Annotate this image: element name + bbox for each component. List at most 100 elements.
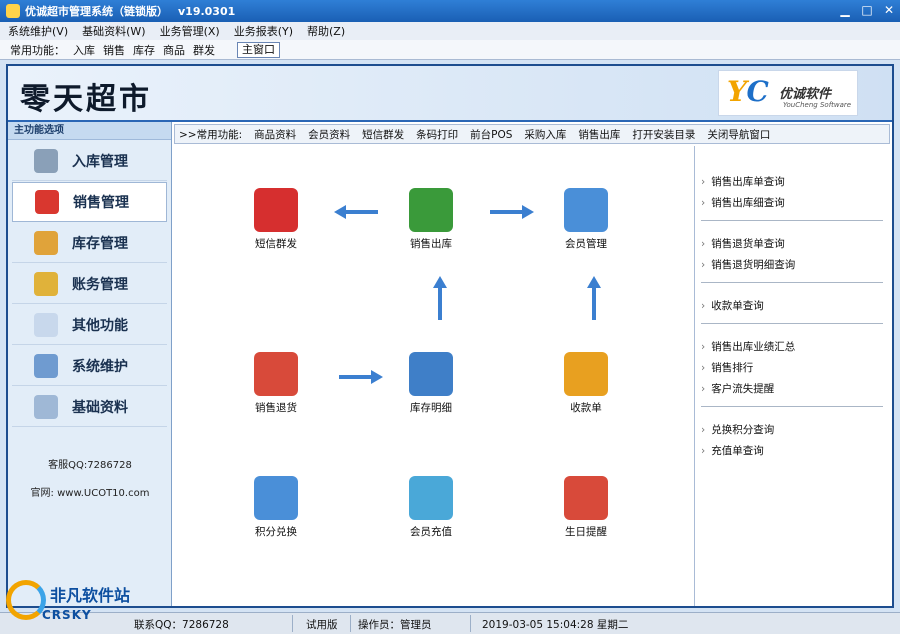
link-mass-sms[interactable]: 短信群发 [362, 127, 404, 142]
title-bar: 优诚超市管理系统（链锁版） v19.0301 ▁ □ ✕ [0, 0, 900, 22]
node-members[interactable]: 会员管理 [546, 188, 626, 251]
other-functions-icon [34, 312, 58, 337]
logo-text-cn: 优诚软件 [779, 87, 832, 102]
menu-reports[interactable]: 业务报表(Y) [234, 23, 293, 39]
website[interactable]: 官网: www.UCOT10.com [8, 484, 172, 499]
quick-inventory[interactable]: 库存 [133, 42, 155, 58]
query-sales-out-order[interactable]: 销售出库单查询 [701, 174, 785, 189]
sidebar-item-label: 入库管理 [72, 153, 128, 170]
node-sales-out[interactable]: 销售出库 [391, 188, 471, 251]
support-qq: 客服QQ:7286728 [48, 460, 132, 471]
window-title: 优诚超市管理系统（链锁版） [25, 5, 168, 18]
mailbox-icon [254, 188, 298, 232]
link-front-pos[interactable]: 前台POS [470, 127, 512, 142]
query-sales-performance[interactable]: 销售出库业绩汇总 [701, 339, 795, 354]
divider [470, 615, 471, 632]
birthday-icon [564, 476, 608, 520]
accounts-icon [34, 271, 58, 296]
quick-goods[interactable]: 商品 [163, 42, 185, 58]
sidebar-item-label: 系统维护 [72, 358, 128, 375]
query-sales-out-detail[interactable]: 销售出库细查询 [701, 195, 785, 210]
cart-out-icon [409, 188, 453, 232]
menu-help[interactable]: 帮助(Z) [307, 23, 345, 39]
node-sales-return[interactable]: 销售退货 [236, 352, 316, 415]
logo-text-en: YouCheng Software [783, 101, 852, 109]
quick-bar: 常用功能： 入库 销售 库存 商品 群发 主窗口 [0, 40, 900, 60]
system-maintenance-icon [34, 353, 58, 378]
logo-mark: YC [727, 75, 769, 108]
link-open-install-dir[interactable]: 打开安装目录 [632, 127, 695, 142]
divider [701, 282, 883, 283]
watermark-text-cn: 非凡软件站 [50, 586, 131, 605]
window-controls: ▁ □ ✕ [838, 3, 896, 17]
query-receipt-order[interactable]: 收款单查询 [701, 298, 764, 313]
watermark: 非凡软件站 CRSKY [4, 578, 154, 628]
common-functions-label: >>常用功能: [179, 128, 243, 141]
link-sales-out[interactable]: 销售出库 [578, 127, 620, 142]
sidebar-item-label: 库存管理 [72, 235, 128, 252]
sidebar-header: 主功能选项 [8, 122, 171, 140]
watermark-text-en: CRSKY [42, 608, 92, 622]
maximize-icon[interactable]: □ [860, 3, 874, 17]
quickbar-label: 常用功能： [10, 43, 65, 57]
minimize-icon[interactable]: ▁ [838, 3, 852, 17]
close-icon[interactable]: ✕ [882, 3, 896, 17]
node-birthday-reminder[interactable]: 生日提醒 [546, 476, 626, 539]
sidebar-item-basic-data[interactable]: 基础资料 [12, 387, 167, 427]
sidebar-item-system[interactable]: 系统维护 [12, 346, 167, 386]
node-mass-sms[interactable]: 短信群发 [236, 188, 316, 251]
main-window-tab[interactable]: 主窗口 [237, 41, 280, 58]
cart-return-icon [254, 352, 298, 396]
quick-sales[interactable]: 销售 [103, 42, 125, 58]
link-purchase-in[interactable]: 采购入库 [524, 127, 566, 142]
query-sales-return-order[interactable]: 销售退货单查询 [701, 236, 785, 251]
node-receipt[interactable]: 收款单 [546, 352, 626, 415]
sidebar-item-label: 基础资料 [72, 399, 128, 416]
arrow-up-icon [433, 276, 447, 320]
arrow-up-icon [587, 276, 601, 320]
sidebar-item-other[interactable]: 其他功能 [12, 305, 167, 345]
store-name: 零天超市 [20, 82, 152, 117]
link-member-data[interactable]: 会员资料 [308, 127, 350, 142]
node-label: 销售出库 [410, 238, 452, 250]
inventory-icon [34, 230, 58, 255]
node-member-topup[interactable]: 会员充值 [391, 476, 471, 539]
quick-stock-in[interactable]: 入库 [73, 42, 95, 58]
link-barcode-print[interactable]: 条码打印 [416, 127, 458, 142]
query-points-exchange[interactable]: 兑换积分查询 [701, 422, 774, 437]
sidebar: 主功能选项 入库管理 销售管理 库存管理 账务管理 其他功能 系统维护 基础资料 [8, 122, 172, 606]
main-frame: 零天超市 YC 优诚软件 YouCheng Software 主功能选项 入库管… [6, 64, 894, 608]
banner: 零天超市 YC 优诚软件 YouCheng Software [8, 66, 892, 122]
basic-data-icon [34, 394, 58, 419]
sidebar-item-label: 其他功能 [72, 317, 128, 334]
gift-icon [254, 476, 298, 520]
quick-mass-sms[interactable]: 群发 [193, 42, 215, 58]
sidebar-item-label: 销售管理 [73, 195, 129, 211]
node-inventory-detail[interactable]: 库存明细 [391, 352, 471, 415]
status-edition: 试用版 [306, 619, 338, 631]
sidebar-item-sales[interactable]: 销售管理 [12, 182, 167, 222]
sidebar-item-accounts[interactable]: 账务管理 [12, 264, 167, 304]
query-topup-order[interactable]: 充值单查询 [701, 443, 764, 458]
divider [701, 323, 883, 324]
link-close-nav[interactable]: 关闭导航窗口 [707, 127, 770, 142]
common-functions-bar: >>常用功能: 商品资料 会员资料 短信群发 条码打印 前台POS 采购入库 销… [174, 124, 890, 144]
node-label: 销售退货 [255, 402, 297, 414]
query-sales-return-detail[interactable]: 销售退货明细查询 [701, 257, 795, 272]
menu-system[interactable]: 系统维护(V) [8, 23, 68, 39]
node-label: 会员管理 [565, 238, 607, 250]
query-sales-ranking[interactable]: 销售排行 [701, 360, 753, 375]
query-panel: 销售出库单查询 销售出库细查询 销售退货单查询 销售退货明细查询 收款单查询 销… [694, 146, 890, 606]
sidebar-item-inventory[interactable]: 库存管理 [12, 223, 167, 263]
arrow-right-icon [490, 205, 534, 219]
sales-icon [35, 190, 59, 214]
menu-bar: 系统维护(V) 基础资料(W) 业务管理(X) 业务报表(Y) 帮助(Z) [0, 22, 900, 40]
menu-business[interactable]: 业务管理(X) [160, 23, 220, 39]
vip-card-icon [409, 476, 453, 520]
menu-basic-data[interactable]: 基础资料(W) [82, 23, 145, 39]
sidebar-item-stock-in[interactable]: 入库管理 [12, 141, 167, 181]
node-points-exchange[interactable]: 积分兑换 [236, 476, 316, 539]
link-goods-data[interactable]: 商品资料 [254, 127, 296, 142]
divider [292, 615, 293, 632]
query-customer-churn[interactable]: 客户流失提醒 [701, 381, 774, 396]
